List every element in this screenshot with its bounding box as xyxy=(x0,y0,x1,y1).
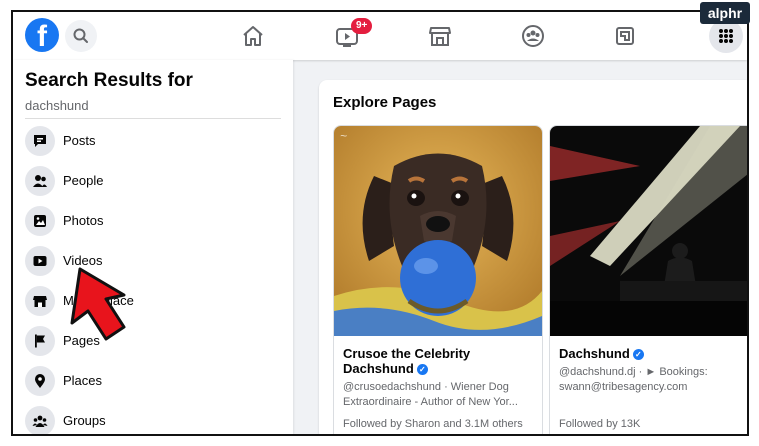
sidebar-title: Search Results for xyxy=(25,70,193,91)
verified-badge-icon: ✓ xyxy=(416,364,428,376)
notification-badge: 9+ xyxy=(351,18,373,34)
sidebar-item-label: Photos xyxy=(63,213,104,228)
page-cover-photo[interactable]: ~ xyxy=(334,126,542,336)
dachshund-photo: ~ xyxy=(334,126,542,336)
pages-icon xyxy=(25,326,55,356)
page-card[interactable]: Dachshund ✓ @dachshund.dj · ► Bookings: s… xyxy=(549,125,747,434)
people-icon xyxy=(25,166,55,196)
search-query: dachshund xyxy=(25,98,89,113)
verified-badge-icon: ✓ xyxy=(632,349,644,361)
divider xyxy=(25,118,281,119)
page-card[interactable]: ~ Crusoe the Celebrity Dachshund ✓ @cruso… xyxy=(333,125,543,434)
marketplace-tab[interactable] xyxy=(426,22,454,50)
posts-icon xyxy=(25,126,55,156)
groups-tab[interactable] xyxy=(519,22,547,50)
dj-stage-photo xyxy=(550,126,747,336)
sidebar-item-marketplace[interactable]: Marketplace xyxy=(25,284,281,320)
page-description: @dachshund.dj · ► Bookings: swann@tribes… xyxy=(559,366,708,393)
groups-icon xyxy=(25,406,55,434)
search-filters-sidebar: Search Results for dachshund Posts Peopl… xyxy=(13,60,293,434)
sidebar-item-label: Posts xyxy=(63,133,96,148)
page-name[interactable]: Dachshund ✓ xyxy=(559,346,747,361)
sidebar-item-pages[interactable]: Pages xyxy=(25,324,281,360)
search-icon xyxy=(73,28,88,43)
groups-nav-icon xyxy=(522,25,544,47)
page-description: @crusoedachshund · Wiener Dog Extraordin… xyxy=(343,381,518,408)
facebook-logo[interactable]: f xyxy=(25,18,59,52)
home-tab[interactable] xyxy=(239,22,267,50)
page-cover-photo[interactable] xyxy=(550,126,747,336)
sidebar-item-groups[interactable]: Groups xyxy=(25,404,281,434)
sidebar-item-videos[interactable]: Videos xyxy=(25,244,281,280)
store-icon xyxy=(429,27,451,46)
gaming-icon xyxy=(616,27,634,45)
page-name[interactable]: Crusoe the Celebrity Dachshund ✓ xyxy=(343,346,535,376)
sidebar-item-people[interactable]: People xyxy=(25,164,281,200)
photos-icon xyxy=(25,206,55,236)
marketplace-icon xyxy=(25,286,55,316)
gaming-tab[interactable] xyxy=(611,22,639,50)
places-icon xyxy=(25,366,55,396)
svg-text:~: ~ xyxy=(340,129,347,143)
sidebar-item-label: People xyxy=(63,173,104,188)
red-pointer-arrow-icon xyxy=(70,267,126,341)
menu-button[interactable] xyxy=(709,19,743,53)
followers-text: Followed by 13K xyxy=(559,418,641,430)
videos-icon xyxy=(25,246,55,276)
alphr-watermark: alphr xyxy=(700,2,750,24)
sidebar-item-label: Places xyxy=(63,373,103,388)
grid-menu-icon xyxy=(719,29,733,43)
screenshot-frame: f 9+ Search Results for dachshund Posts … xyxy=(11,10,749,436)
section-title: Explore Pages xyxy=(333,94,437,111)
sidebar-item-places[interactable]: Places xyxy=(25,364,281,400)
search-button[interactable] xyxy=(65,20,97,52)
sidebar-item-posts[interactable]: Posts xyxy=(25,124,281,160)
followers-text: Followed by Sharon and 3.1M others xyxy=(343,418,523,430)
explore-pages-panel: Explore Pages ~ Crusoe the Celebrity Dac… xyxy=(319,80,747,434)
home-icon xyxy=(243,26,263,46)
sidebar-item-photos[interactable]: Photos xyxy=(25,204,281,240)
search-results-main: Explore Pages ~ Crusoe the Celebrity Dac… xyxy=(293,60,747,434)
top-navigation-bar: f 9+ xyxy=(13,12,747,60)
sidebar-item-label: Groups xyxy=(63,413,106,428)
